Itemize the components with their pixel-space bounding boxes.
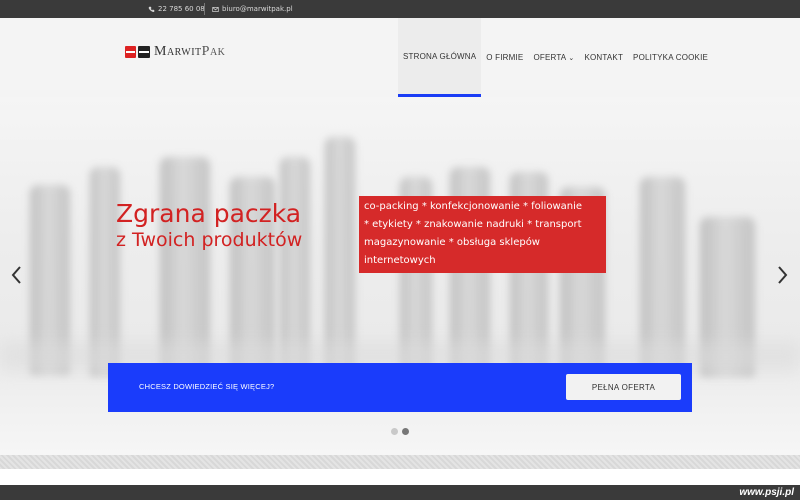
spacer-band (0, 469, 800, 485)
slider-dot-active[interactable] (402, 428, 409, 435)
phone-icon (148, 6, 155, 12)
envelope-icon (212, 6, 219, 12)
slider-pagination (391, 428, 409, 435)
cta-banner: CHCESZ DOWIEDZIEĆ SIĘ WIĘCEJ? PEŁNA OFER… (108, 363, 692, 412)
email-contact[interactable]: biuro@marwitpak.pl (212, 0, 293, 18)
services-line: internetowych (364, 255, 436, 266)
watermark: www.psji.pl (739, 487, 794, 498)
services-line: * etykiety * znakowanie nadruki * transp… (364, 219, 582, 230)
nav-item-polityka-cookie[interactable]: POLITYKA COOKIE (628, 18, 713, 97)
services-box: co-packing * konfekcjonowanie * foliowan… (359, 196, 606, 273)
services-line: co-packing * konfekcjonowanie * foliowan… (364, 201, 583, 212)
services-line: magazynowanie * obsługa sklepów (364, 237, 540, 248)
chevron-down-icon: ⌄ (568, 54, 575, 62)
slider-prev-arrow-icon[interactable] (10, 265, 22, 285)
slider-dot[interactable] (391, 428, 398, 435)
nav-item-strona-glowna[interactable]: STRONA GŁÓWNA (398, 18, 482, 97)
cta-text: CHCESZ DOWIEDZIEĆ SIĘ WIĘCEJ? (139, 382, 275, 391)
site-logo[interactable]: MarwitPak (125, 44, 226, 59)
phone-contact[interactable]: 22 785 60 08 (148, 0, 205, 18)
nav-item-o-firmie[interactable]: O FIRMIE (481, 18, 528, 97)
logo-text: MarwitPak (154, 44, 226, 59)
hero-headline-line2: z Twoich produktów (116, 229, 303, 251)
slider-next-arrow-icon[interactable] (777, 265, 789, 285)
main-nav: STRONA GŁÓWNA O FIRMIE OFERTA ⌄ KONTAKT P… (398, 18, 713, 97)
logo-mark-icon (125, 46, 150, 58)
topbar-divider (204, 3, 205, 15)
top-bar: 22 785 60 08 biuro@marwitpak.pl (0, 0, 800, 18)
full-offer-button[interactable]: PEŁNA OFERTA (566, 374, 681, 400)
decorative-stripe (0, 455, 800, 469)
phone-number: 22 785 60 08 (158, 5, 205, 13)
nav-item-oferta[interactable]: OFERTA ⌄ (528, 18, 579, 97)
footer-bar (0, 485, 800, 500)
nav-item-kontakt[interactable]: KONTAKT (579, 18, 628, 97)
email-address: biuro@marwitpak.pl (222, 5, 293, 13)
hero-headline-line1: Zgrana paczka (116, 199, 302, 228)
